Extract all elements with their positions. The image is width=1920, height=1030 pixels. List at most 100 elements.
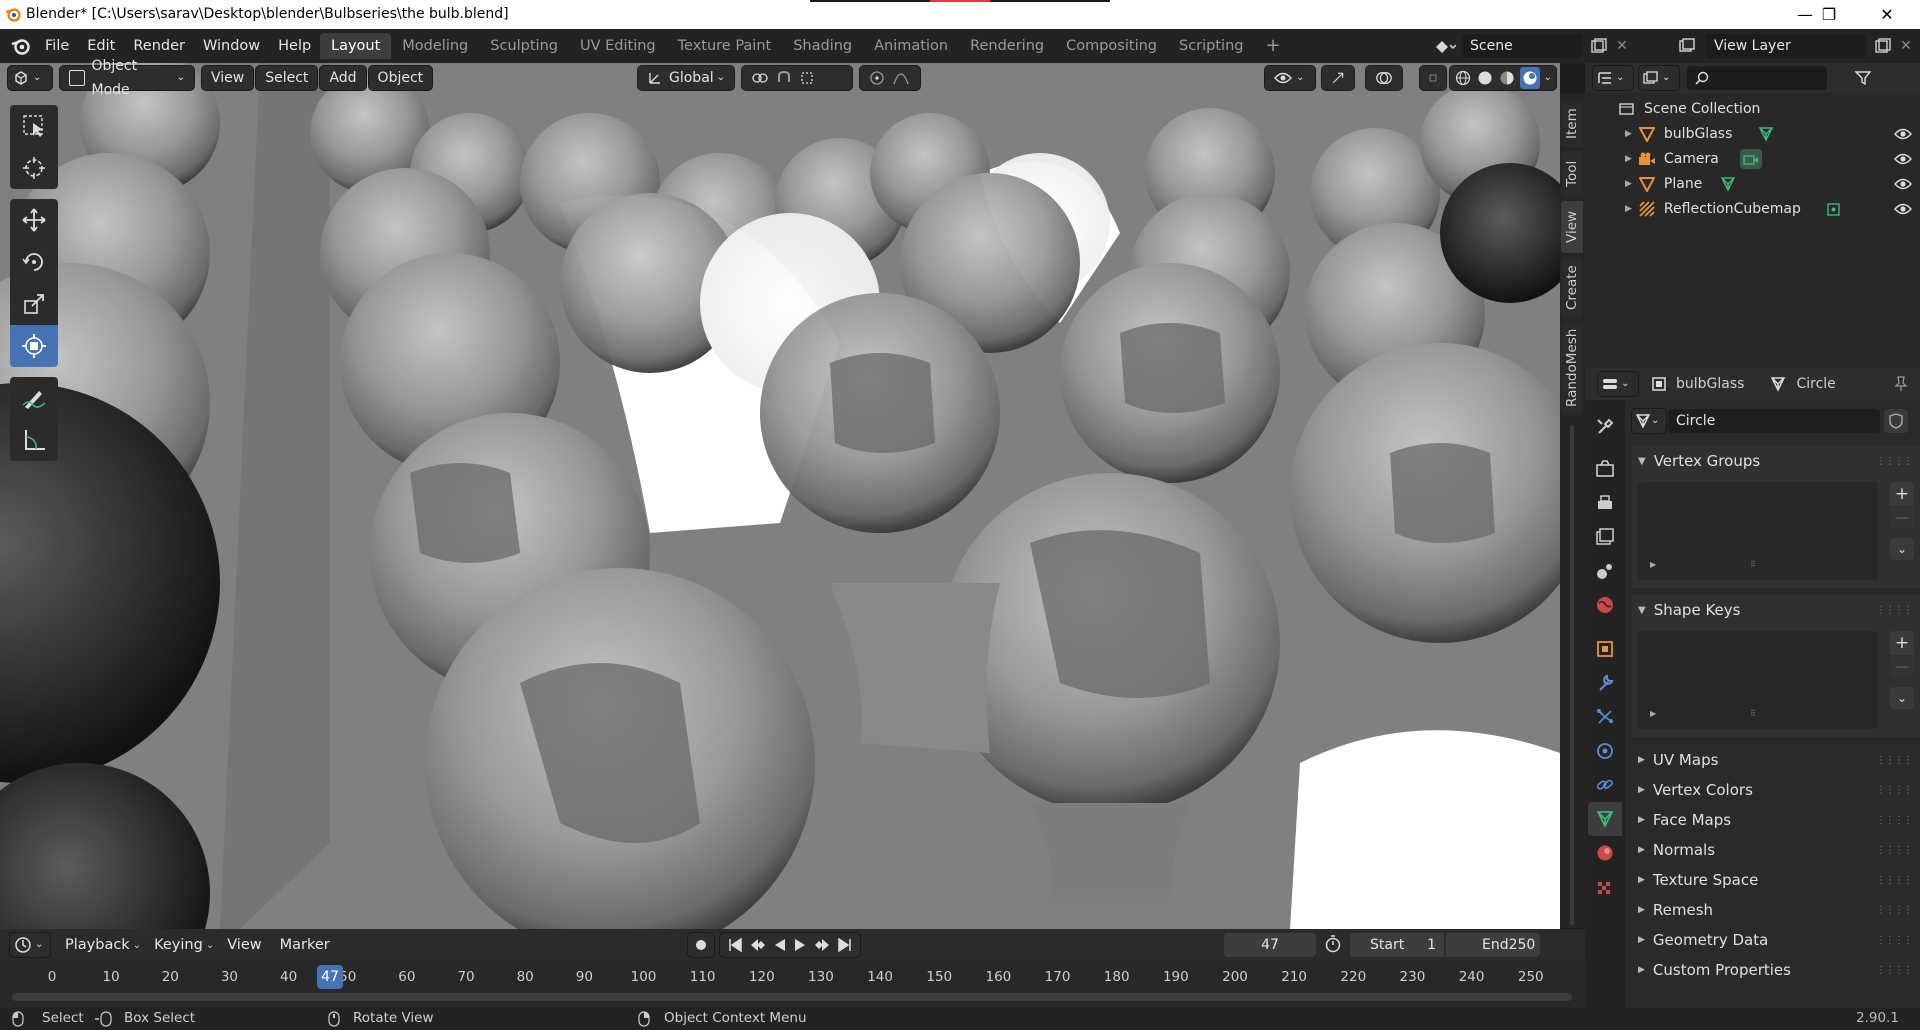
timeline-menu-keying[interactable]: Keying [145,932,212,958]
tool-settings-tab[interactable] [1588,410,1622,444]
scene-properties-tab[interactable] [1588,554,1622,588]
rotate-tool[interactable] [10,241,58,283]
timeline-menu-marker[interactable]: Marker [271,932,339,958]
mesh-browse-button[interactable]: ⌄ [1632,409,1666,433]
viewport-menu-view[interactable]: View [202,66,254,90]
physics-properties-tab[interactable] [1588,734,1622,768]
outliner-search-input[interactable] [1687,66,1827,90]
display-mode-button[interactable]: ⌄ [1639,66,1679,90]
outliner-item-reflectioncubemap[interactable]: ▶ ReflectionCubemap [1585,196,1920,221]
list-resize-handle-icon[interactable]: ⠿ [1750,560,1756,569]
sidebar-tab-view[interactable]: View [1561,201,1583,253]
fake-user-shield-icon[interactable] [1884,409,1908,433]
play-reverse-icon[interactable] [774,938,786,952]
sidebar-tab-create[interactable]: Create [1561,257,1583,319]
drag-handle-icon[interactable]: ⋮⋮⋮⋮ [1876,755,1913,766]
snap-icon[interactable] [775,70,793,86]
overlays-toggle[interactable] [1366,66,1402,90]
tab-animation[interactable]: Animation [863,33,959,59]
tab-shading[interactable]: Shading [782,33,863,59]
drag-handle-icon[interactable]: ⋮⋮⋮⋮ [1876,875,1913,886]
filter-icon[interactable] [1847,70,1881,86]
menu-window[interactable]: Window [194,33,269,59]
cursor-tool[interactable] [10,147,58,189]
mesh-name-field[interactable]: Circle [1668,409,1880,433]
object-properties-tab[interactable] [1588,632,1622,666]
chevron-down-icon[interactable]: ⌄ [1544,66,1552,90]
tab-modeling[interactable]: Modeling [391,33,479,59]
view-layer-properties-tab[interactable] [1588,520,1622,554]
eye-icon[interactable] [1894,152,1912,166]
panel-header-face-maps[interactable]: ▶ Face Maps ⋮⋮⋮⋮ [1632,805,1920,835]
panel-header-remesh[interactable]: ▶ Remesh ⋮⋮⋮⋮ [1632,895,1920,925]
sidebar-tab-randomesh[interactable]: RandoMesh [1561,323,1583,415]
outliner-item-plane[interactable]: ▶ Plane [1585,171,1920,196]
expand-list-arrow-icon[interactable]: ▶ [1650,709,1656,718]
material-properties-tab[interactable] [1588,836,1622,870]
view-layer-icon[interactable] [1672,33,1706,59]
tab-sculpting[interactable]: Sculpting [479,33,569,59]
particles-properties-tab[interactable] [1588,700,1622,734]
outliner-scene-collection[interactable]: Scene Collection [1585,96,1920,121]
shape-keys-panel-header[interactable]: ▼ Shape Keys ⋮⋮⋮⋮ [1632,595,1920,625]
sidebar-tab-item[interactable]: Item [1561,101,1583,147]
eye-icon[interactable] [1894,202,1912,216]
panel-header-normals[interactable]: ▶ Normals ⋮⋮⋮⋮ [1632,835,1920,865]
render-properties-tab[interactable] [1588,452,1622,486]
tab-rendering[interactable]: Rendering [959,33,1055,59]
modifier-properties-tab[interactable] [1588,666,1622,700]
delete-scene-icon[interactable]: ✕ [1612,33,1632,59]
add-shape-key-button[interactable]: + [1890,631,1914,655]
eye-icon[interactable] [1894,177,1912,191]
panel-header-uv-maps[interactable]: ▶ UV Maps ⋮⋮⋮⋮ [1632,745,1920,775]
tab-compositing[interactable]: Compositing [1055,33,1168,59]
jump-start-icon[interactable] [728,938,742,952]
scale-tool[interactable] [10,283,58,325]
panel-header-texture-space[interactable]: ▶ Texture Space ⋮⋮⋮⋮ [1632,865,1920,895]
viewport-menu-add[interactable]: Add [320,66,366,90]
scene-name-field[interactable]: Scene [1462,34,1582,58]
rendered-shading-icon[interactable] [1519,67,1540,89]
drag-handle-icon[interactable]: ⋮⋮⋮⋮ [1876,845,1913,856]
outliner-editor-type-button[interactable]: ⌄ [1593,66,1633,90]
current-frame-field[interactable]: 47 [1224,933,1316,957]
measure-tool[interactable] [10,419,58,461]
scene-icon[interactable] [1428,33,1462,59]
object-mode-dropdown[interactable]: Object Mode ⌄ [60,58,194,98]
solid-shading-icon[interactable] [1476,68,1494,88]
start-frame-field[interactable]: Start 1 [1350,933,1444,957]
object-visibility-dropdown[interactable]: ⌄ [1265,66,1315,90]
menu-help[interactable]: Help [269,33,320,59]
drag-handle-icon[interactable]: ⋮⋮⋮⋮ [1876,605,1913,616]
play-icon[interactable] [794,938,806,952]
constraints-properties-tab[interactable] [1588,768,1622,802]
3d-viewport[interactable] [0,63,1560,929]
vertex-group-specials-button[interactable]: ⌄ [1890,538,1914,560]
tab-layout[interactable]: Layout [320,33,392,59]
menu-file[interactable]: File [36,33,78,59]
jump-keyframe-forward-icon[interactable] [814,938,830,952]
eye-icon[interactable] [1894,127,1912,141]
drag-handle-icon[interactable]: ⋮⋮⋮⋮ [1876,965,1913,976]
material-shading-icon[interactable] [1498,68,1516,88]
panel-header-geometry-data[interactable]: ▶ Geometry Data ⋮⋮⋮⋮ [1632,925,1920,955]
new-view-layer-icon[interactable] [1870,33,1896,59]
expand-list-arrow-icon[interactable]: ▶ [1650,560,1656,569]
add-vertex-group-button[interactable]: + [1890,482,1914,506]
outliner-item-bulbglass[interactable]: ▶ bulbGlass [1585,121,1920,146]
expand-arrow-icon[interactable]: ▶ [1625,154,1632,164]
world-properties-tab[interactable] [1588,588,1622,622]
proportional-edit-icon[interactable] [869,70,885,86]
add-workspace-button[interactable]: + [1254,33,1291,59]
tab-texture-paint[interactable]: Texture Paint [667,33,783,59]
transform-orientation-dropdown[interactable]: Global ⌄ [638,66,734,90]
remove-shape-key-button[interactable]: — [1890,656,1914,678]
panel-header-vertex-colors[interactable]: ▶ Vertex Colors ⋮⋮⋮⋮ [1632,775,1920,805]
record-button[interactable] [688,933,714,957]
transform-tool[interactable] [10,325,58,367]
texture-properties-tab[interactable] [1588,872,1622,906]
drag-handle-icon[interactable]: ⋮⋮⋮⋮ [1876,785,1913,796]
editor-type-button[interactable]: ⌄ [8,66,52,90]
drag-handle-icon[interactable]: ⋮⋮⋮⋮ [1876,905,1913,916]
delete-view-layer-icon[interactable]: ✕ [1896,33,1916,59]
